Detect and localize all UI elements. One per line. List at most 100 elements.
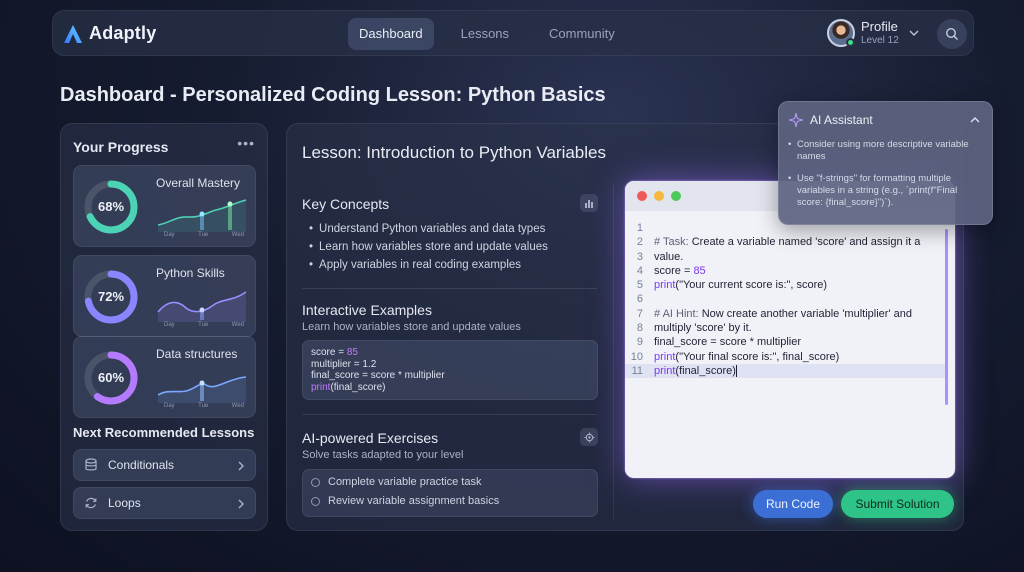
chevron-right-icon — [238, 461, 244, 471]
stat-card-data-structures[interactable]: 60% Data structures Day Tue Wed — [73, 336, 256, 418]
day-label: Tue — [198, 232, 209, 238]
progress-percent: 68% — [97, 199, 125, 214]
search-button[interactable] — [937, 19, 967, 49]
key-concepts-list: Understand Python variables and data typ… — [309, 220, 548, 274]
editor-line[interactable]: 2 # Task: Create a variable named 'score'… — [625, 235, 945, 249]
editor-line[interactable]: 3 value. — [625, 250, 945, 264]
line-code: print("Your current score is:", score) — [654, 279, 828, 292]
line-number: 5 — [636, 279, 643, 292]
line-code: print("Your final score is:", final_scor… — [654, 350, 840, 363]
lesson-link-conditionals[interactable]: Conditionals — [73, 449, 256, 481]
day-label: Day — [164, 403, 175, 409]
exercise-list: Complete variable practice task Review v… — [302, 469, 598, 517]
editor-line[interactable]: 6 — [625, 292, 945, 306]
day-label: Day — [164, 322, 175, 328]
line-code: # Task: Create a variable named 'score' … — [654, 236, 921, 249]
editor-line[interactable]: 10 print("Your final score is:", final_sc… — [625, 350, 945, 364]
chevron-right-icon — [238, 499, 244, 509]
minimize-window-dot[interactable] — [654, 191, 664, 201]
lesson-title: Lesson: Introduction to Python Variables — [302, 143, 606, 162]
radio-button[interactable] — [311, 477, 320, 487]
exercises-subtitle: Solve tasks adapted to your level — [302, 449, 464, 461]
sparkline-days: Day Tue Wed — [164, 403, 244, 409]
ai-tip: Consider using more descriptive variable… — [788, 139, 985, 163]
exercise-settings-button[interactable] — [580, 428, 598, 446]
day-label: Wed — [231, 232, 244, 238]
editor-line[interactable]: 11 print(final_score) — [625, 363, 945, 379]
stat-card-overall-mastery[interactable]: 68% Overall Mastery Day Tue Wed — [73, 165, 256, 247]
progress-panel: Your Progress ••• 68% Overall Mastery Da… — [60, 123, 268, 531]
chevron-up-icon[interactable] — [970, 116, 980, 124]
stat-label: Overall Mastery — [156, 176, 241, 190]
line-number: 1 — [636, 222, 643, 234]
stat-card-python-skills[interactable]: 72% Python Skills Day Tue Wed — [73, 255, 256, 337]
code-line: final_score = score * multiplier — [311, 370, 445, 381]
day-label: Tue — [198, 403, 209, 409]
refresh-icon — [85, 497, 97, 509]
editor-line[interactable]: 5 print("Your current score is:", score) — [625, 278, 945, 292]
exercises-title: AI-powered Exercises — [302, 430, 439, 446]
ai-tip: Use "f-strings" for formatting multiple … — [788, 173, 985, 209]
example-code-snippet[interactable]: score = 85 multiplier = 1.2 final_score … — [302, 340, 598, 400]
progress-title: Your Progress — [73, 139, 169, 155]
code-area[interactable]: 1 2 # Task: Create a variable named 'score… — [625, 221, 945, 379]
editor-line[interactable]: 8 multiply 'score' by it. — [625, 321, 945, 335]
lesson-link-loops[interactable]: Loops — [73, 487, 256, 519]
brand-name: Adaptly — [89, 23, 157, 43]
lesson-link-label: Loops — [108, 496, 141, 510]
editor-scrollbar[interactable] — [945, 229, 948, 405]
submit-solution-button[interactable]: Submit Solution — [841, 490, 954, 518]
line-number: 2 — [636, 236, 643, 249]
day-label: Tue — [198, 322, 209, 328]
chart-button[interactable] — [580, 194, 598, 212]
maximize-window-dot[interactable] — [671, 191, 681, 201]
editor-line[interactable]: 7 # AI Hint: Now create another variable … — [625, 307, 945, 321]
profile-level: Level 12 — [861, 35, 899, 46]
text-cursor — [735, 365, 737, 378]
next-lessons-title: Next Recommended Lessons — [73, 425, 255, 440]
close-window-dot[interactable] — [637, 191, 647, 201]
sparkline-days: Day Tue Wed — [164, 322, 244, 328]
main-nav: Dashboard Lessons Community — [348, 18, 626, 50]
run-code-button[interactable]: Run Code — [753, 490, 833, 518]
more-horizontal-icon[interactable]: ••• — [237, 135, 255, 151]
code-line: print(final_score) — [311, 381, 386, 393]
stat-label: Python Skills — [156, 266, 225, 280]
editor-line[interactable]: 4 score = 85 — [625, 264, 945, 278]
search-icon — [945, 27, 958, 40]
line-code: multiply 'score' by it. — [654, 322, 752, 335]
day-label: Wed — [231, 403, 244, 409]
code-line: multiplier = 1.2 — [311, 358, 377, 370]
radio-button[interactable] — [311, 496, 320, 506]
adaptly-logo-icon — [64, 24, 82, 43]
stat-label: Data structures — [156, 347, 238, 361]
line-number: 9 — [636, 336, 643, 349]
nav-lessons[interactable]: Lessons — [450, 18, 520, 50]
exercise-option[interactable]: Complete variable practice task — [311, 476, 481, 488]
profile-name: Profile — [861, 19, 898, 34]
line-number: 10 — [630, 350, 643, 363]
line-code: print(final_score) — [654, 364, 737, 378]
code-editor[interactable]: 1 2 # Task: Create a variable named 'score… — [625, 181, 955, 478]
day-label: Wed — [231, 322, 244, 328]
nav-community[interactable]: Community — [538, 18, 626, 50]
line-code: # AI Hint: Now create another variable '… — [654, 307, 912, 320]
ai-assistant-popover[interactable]: AI Assistant Consider using more descrip… — [778, 101, 993, 225]
lesson-link-label: Conditionals — [108, 458, 175, 472]
profile-menu[interactable]: Profile Level 12 — [827, 19, 919, 47]
interactive-examples-title: Interactive Examples — [302, 302, 432, 318]
exercise-option[interactable]: Review variable assignment basics — [311, 495, 499, 507]
sparkline-chart — [157, 291, 247, 322]
brand[interactable]: Adaptly — [63, 23, 156, 44]
progress-percent: 72% — [97, 289, 125, 304]
nav-dashboard[interactable]: Dashboard — [348, 18, 434, 50]
bar-chart-icon — [585, 200, 593, 208]
line-number: 8 — [636, 322, 643, 335]
day-label: Day — [164, 232, 175, 238]
progress-percent: 60% — [97, 370, 125, 385]
editor-line[interactable]: 9 final_score = score * multiplier — [625, 335, 945, 349]
list-item: Understand Python variables and data typ… — [309, 220, 548, 238]
line-number: 11 — [631, 364, 643, 377]
divider — [302, 288, 597, 289]
key-concepts-title: Key Concepts — [302, 196, 390, 212]
